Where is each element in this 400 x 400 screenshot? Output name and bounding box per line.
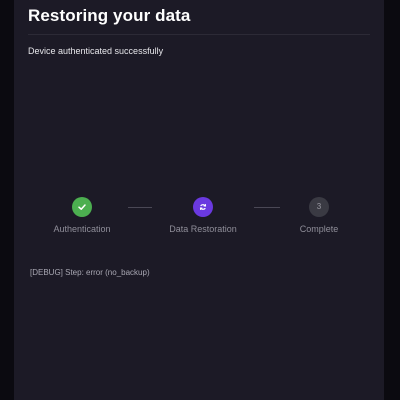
- step-complete-indicator: 3: [309, 197, 329, 217]
- status-message: Device authenticated successfully: [28, 46, 164, 56]
- step-connector: [128, 207, 152, 208]
- check-icon: [78, 204, 86, 210]
- header-divider: [28, 34, 370, 35]
- step-authentication-indicator: [72, 197, 92, 217]
- step-data-restoration-indicator: [193, 197, 213, 217]
- step-connector: [254, 207, 280, 208]
- debug-message: [DEBUG] Step: error (no_backup): [30, 268, 150, 277]
- step-data-restoration-label: Data Restoration: [169, 224, 237, 234]
- step-complete-label: Complete: [299, 224, 339, 234]
- sync-icon: [199, 204, 207, 210]
- page-title: Restoring your data: [28, 6, 191, 25]
- step-authentication-label: Authentication: [53, 224, 111, 234]
- progress-stepper: 3 Authentication Data Restoration Comple…: [14, 196, 384, 246]
- restore-panel: Restoring your data Device authenticated…: [14, 0, 384, 400]
